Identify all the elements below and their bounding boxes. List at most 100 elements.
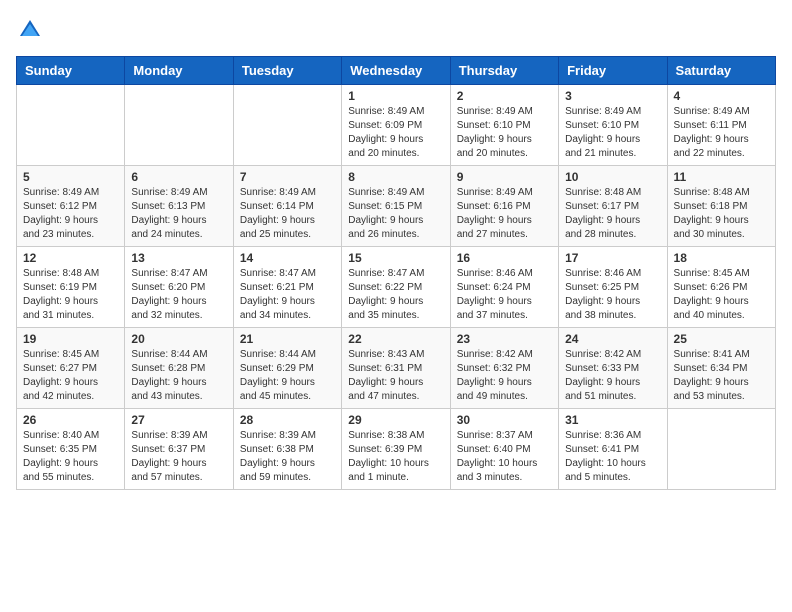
day-cell: 28Sunrise: 8:39 AM Sunset: 6:38 PM Dayli… [233,409,341,490]
day-number: 8 [348,170,443,184]
day-number: 10 [565,170,660,184]
day-number: 2 [457,89,552,103]
day-number: 16 [457,251,552,265]
day-number: 22 [348,332,443,346]
week-row: 19Sunrise: 8:45 AM Sunset: 6:27 PM Dayli… [17,328,776,409]
day-cell: 9Sunrise: 8:49 AM Sunset: 6:16 PM Daylig… [450,166,558,247]
day-number: 19 [23,332,118,346]
day-cell: 11 Sunrise: 8:48 AM Sunset: 6:18 PM Dayli… [667,166,775,247]
day-info: Sunrise: 8:49 AM Sunset: 6:13 PM Dayligh… [131,186,226,242]
day-cell [667,409,775,490]
day-number: 23 [457,332,552,346]
weekday-header: Monday [125,57,233,85]
day-number: 20 [131,332,226,346]
day-cell: 7Sunrise: 8:49 AM Sunset: 6:14 PM Daylig… [233,166,341,247]
day-info: Sunrise: 8:49 AM Sunset: 6:16 PM Dayligh… [457,186,552,242]
week-row: 26 Sunrise: 8:40 AM Sunset: 6:35 PM Dayli… [17,409,776,490]
day-info: Sunrise: 8:47 AM Sunset: 6:21 PM Dayligh… [240,267,335,323]
day-info: Sunrise: 8:44 AM Sunset: 6:28 PM Dayligh… [131,348,226,404]
day-cell: 29 Sunrise: 8:38 AM Sunset: 6:39 PM Dayli… [342,409,450,490]
day-info: Sunrise: 8:37 AM Sunset: 6:40 PM Dayligh… [457,429,552,485]
day-cell [233,85,341,166]
day-cell: 31 Sunrise: 8:36 AM Sunset: 6:41 PM Dayli… [559,409,667,490]
day-cell [17,85,125,166]
day-cell: 24 Sunrise: 8:42 AM Sunset: 6:33 PM Dayli… [559,328,667,409]
day-info: Sunrise: 8:46 AM Sunset: 6:24 PM Dayligh… [457,267,552,323]
weekday-header: Thursday [450,57,558,85]
day-number: 24 [565,332,660,346]
day-number: 3 [565,89,660,103]
day-info: Sunrise: 8:41 AM Sunset: 6:34 PM Dayligh… [674,348,769,404]
day-cell: 1 Sunrise: 8:49 AM Sunset: 6:09 PM Daylig… [342,85,450,166]
day-number: 5 [23,170,118,184]
day-info: Sunrise: 8:36 AM Sunset: 6:41 PM Dayligh… [565,429,660,485]
week-row: 1 Sunrise: 8:49 AM Sunset: 6:09 PM Daylig… [17,85,776,166]
day-info: Sunrise: 8:49 AM Sunset: 6:11 PM Dayligh… [674,105,769,161]
calendar-body: 1 Sunrise: 8:49 AM Sunset: 6:09 PM Daylig… [17,85,776,490]
day-info: Sunrise: 8:48 AM Sunset: 6:17 PM Dayligh… [565,186,660,242]
day-cell: 13 Sunrise: 8:47 AM Sunset: 6:20 PM Dayli… [125,247,233,328]
day-info: Sunrise: 8:39 AM Sunset: 6:38 PM Dayligh… [240,429,335,485]
day-info: Sunrise: 8:38 AM Sunset: 6:39 PM Dayligh… [348,429,443,485]
day-number: 27 [131,413,226,427]
day-info: Sunrise: 8:42 AM Sunset: 6:33 PM Dayligh… [565,348,660,404]
day-cell: 3 Sunrise: 8:49 AM Sunset: 6:10 PM Daylig… [559,85,667,166]
day-cell: 2Sunrise: 8:49 AM Sunset: 6:10 PM Daylig… [450,85,558,166]
day-number: 14 [240,251,335,265]
day-number: 13 [131,251,226,265]
day-number: 18 [674,251,769,265]
weekday-header: Sunday [17,57,125,85]
day-cell: 17Sunrise: 8:46 AM Sunset: 6:25 PM Dayli… [559,247,667,328]
day-cell: 15Sunrise: 8:47 AM Sunset: 6:22 PM Dayli… [342,247,450,328]
day-number: 4 [674,89,769,103]
week-row: 5 Sunrise: 8:49 AM Sunset: 6:12 PM Daylig… [17,166,776,247]
day-cell: 23 Sunrise: 8:42 AM Sunset: 6:32 PM Dayli… [450,328,558,409]
day-cell: 6 Sunrise: 8:49 AM Sunset: 6:13 PM Daylig… [125,166,233,247]
day-info: Sunrise: 8:49 AM Sunset: 6:15 PM Dayligh… [348,186,443,242]
day-cell: 20 Sunrise: 8:44 AM Sunset: 6:28 PM Dayli… [125,328,233,409]
calendar-table: SundayMondayTuesdayWednesdayThursdayFrid… [16,56,776,490]
weekday-row: SundayMondayTuesdayWednesdayThursdayFrid… [17,57,776,85]
day-cell: 5 Sunrise: 8:49 AM Sunset: 6:12 PM Daylig… [17,166,125,247]
logo-icon [16,16,44,44]
page-header [16,16,776,44]
day-cell: 22 Sunrise: 8:43 AM Sunset: 6:31 PM Dayli… [342,328,450,409]
day-number: 21 [240,332,335,346]
day-info: Sunrise: 8:39 AM Sunset: 6:37 PM Dayligh… [131,429,226,485]
day-cell: 10 Sunrise: 8:48 AM Sunset: 6:17 PM Dayli… [559,166,667,247]
day-info: Sunrise: 8:49 AM Sunset: 6:09 PM Dayligh… [348,105,443,161]
day-number: 29 [348,413,443,427]
day-number: 25 [674,332,769,346]
day-number: 30 [457,413,552,427]
day-number: 26 [23,413,118,427]
day-cell: 8 Sunrise: 8:49 AM Sunset: 6:15 PM Daylig… [342,166,450,247]
day-info: Sunrise: 8:48 AM Sunset: 6:19 PM Dayligh… [23,267,118,323]
day-info: Sunrise: 8:47 AM Sunset: 6:20 PM Dayligh… [131,267,226,323]
weekday-header: Saturday [667,57,775,85]
day-info: Sunrise: 8:49 AM Sunset: 6:14 PM Dayligh… [240,186,335,242]
day-info: Sunrise: 8:40 AM Sunset: 6:35 PM Dayligh… [23,429,118,485]
day-number: 31 [565,413,660,427]
day-number: 1 [348,89,443,103]
day-info: Sunrise: 8:49 AM Sunset: 6:12 PM Dayligh… [23,186,118,242]
day-info: Sunrise: 8:43 AM Sunset: 6:31 PM Dayligh… [348,348,443,404]
day-info: Sunrise: 8:42 AM Sunset: 6:32 PM Dayligh… [457,348,552,404]
day-cell: 18 Sunrise: 8:45 AM Sunset: 6:26 PM Dayli… [667,247,775,328]
day-cell: 14 Sunrise: 8:47 AM Sunset: 6:21 PM Dayli… [233,247,341,328]
day-info: Sunrise: 8:44 AM Sunset: 6:29 PM Dayligh… [240,348,335,404]
day-cell: 19Sunrise: 8:45 AM Sunset: 6:27 PM Dayli… [17,328,125,409]
day-cell: 26 Sunrise: 8:40 AM Sunset: 6:35 PM Dayli… [17,409,125,490]
day-cell: 4 Sunrise: 8:49 AM Sunset: 6:11 PM Daylig… [667,85,775,166]
weekday-header: Wednesday [342,57,450,85]
day-info: Sunrise: 8:48 AM Sunset: 6:18 PM Dayligh… [674,186,769,242]
day-number: 11 [674,170,769,184]
calendar-header: SundayMondayTuesdayWednesdayThursdayFrid… [17,57,776,85]
day-info: Sunrise: 8:49 AM Sunset: 6:10 PM Dayligh… [565,105,660,161]
day-info: Sunrise: 8:47 AM Sunset: 6:22 PM Dayligh… [348,267,443,323]
day-number: 6 [131,170,226,184]
day-cell: 21 Sunrise: 8:44 AM Sunset: 6:29 PM Dayli… [233,328,341,409]
weekday-header: Friday [559,57,667,85]
day-cell [125,85,233,166]
day-number: 12 [23,251,118,265]
day-info: Sunrise: 8:45 AM Sunset: 6:26 PM Dayligh… [674,267,769,323]
